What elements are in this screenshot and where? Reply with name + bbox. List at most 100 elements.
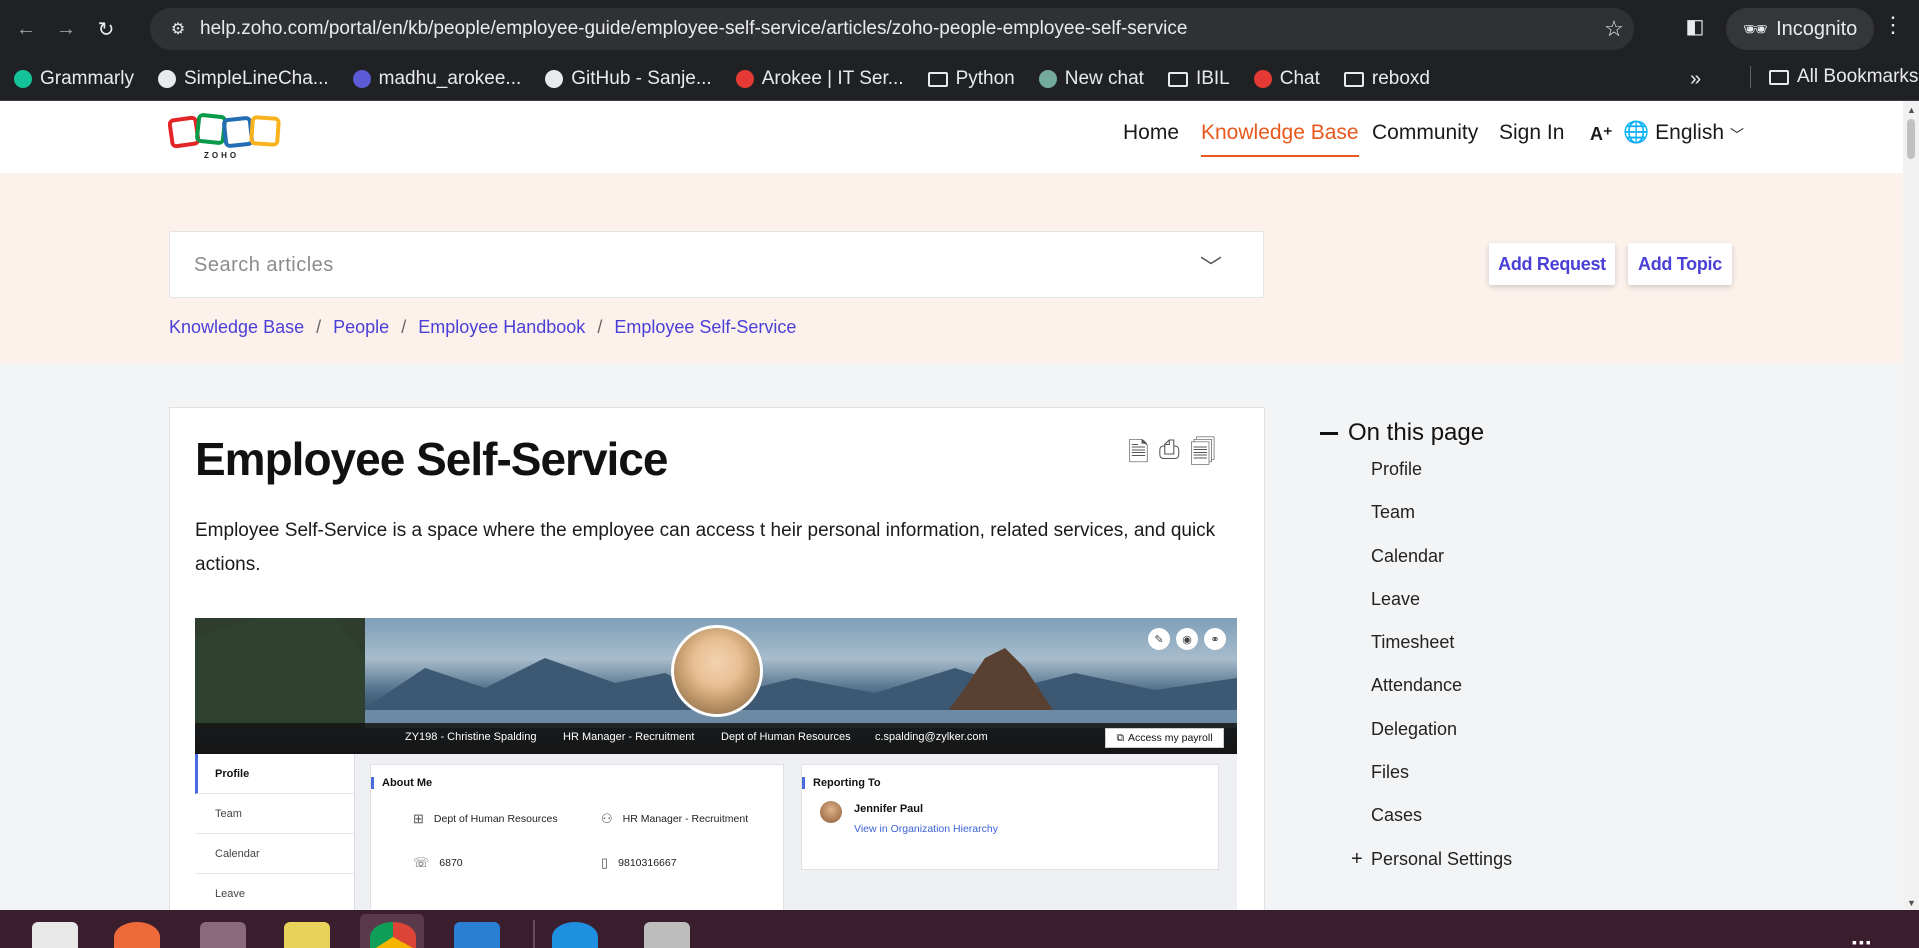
browser-menu-icon[interactable]: ⋮ bbox=[1882, 12, 1904, 38]
view-icon[interactable]: ◉ bbox=[1176, 628, 1198, 650]
scrollbar-thumb[interactable] bbox=[1907, 119, 1915, 159]
address-bar[interactable]: ⚙ help.zoho.com/portal/en/kb/people/empl… bbox=[150, 8, 1634, 50]
reload-icon[interactable]: ↻ bbox=[86, 9, 126, 49]
folder-icon bbox=[927, 71, 948, 87]
pdf-icon[interactable]: 🗎 bbox=[1128, 434, 1149, 478]
toc-item-expandable[interactable]: + Personal Settings bbox=[1351, 847, 1512, 890]
url-text[interactable]: help.zoho.com/portal/en/kb/people/employ… bbox=[200, 18, 1594, 40]
org-hierarchy-link: View in Organization Hierarchy bbox=[854, 823, 998, 835]
page-scrollbar[interactable]: ▲ ▼ bbox=[1903, 101, 1919, 910]
search-input[interactable] bbox=[194, 250, 1154, 280]
folder-icon bbox=[1769, 69, 1789, 85]
employee-department: Dept of Human Resources bbox=[721, 731, 851, 743]
nav-knowledge-base[interactable]: Knowledge Base bbox=[1201, 121, 1359, 157]
bookmark-star-icon[interactable]: ☆ bbox=[1594, 16, 1634, 42]
toc-item[interactable]: Team bbox=[1371, 500, 1512, 543]
bookmark-item[interactable]: SimpleLineCha... bbox=[157, 68, 329, 90]
docker-taskbar-icon[interactable] bbox=[552, 922, 598, 948]
bookmark-label: IBIL bbox=[1195, 68, 1230, 89]
back-arrow-icon[interactable]: ← bbox=[6, 9, 46, 49]
toc-item[interactable]: Calendar bbox=[1371, 544, 1512, 587]
access-payroll-button[interactable]: ⧉ Access my payroll bbox=[1105, 728, 1224, 748]
nav-home-link[interactable]: Home bbox=[1123, 121, 1179, 155]
nav-community-link[interactable]: Community bbox=[1372, 121, 1478, 155]
incognito-indicator[interactable]: 🕶 Incognito bbox=[1726, 8, 1874, 50]
side-panel-icon[interactable]: ◧ bbox=[1680, 14, 1710, 44]
add-request-button[interactable]: Add Request bbox=[1489, 243, 1615, 285]
os-taskbar: ▪▪▪ bbox=[0, 910, 1919, 948]
scroll-up-icon[interactable]: ▲ bbox=[1907, 105, 1916, 115]
bookmark-item[interactable]: Grammarly bbox=[14, 68, 134, 90]
bookmark-item[interactable]: madhu_arokee... bbox=[352, 68, 521, 90]
collapse-icon[interactable] bbox=[1320, 431, 1338, 435]
language-selector[interactable]: 🌐 English ﹀ bbox=[1623, 121, 1744, 145]
about-me-card: About Me ⊞ Dept of Human Resources ⚇ HR Ma… bbox=[370, 764, 784, 910]
nav-home[interactable]: Home bbox=[1123, 121, 1179, 155]
bookmark-item[interactable]: New chat bbox=[1038, 68, 1144, 90]
toc-item[interactable]: Files bbox=[1371, 760, 1512, 803]
files-taskbar-icon[interactable] bbox=[200, 922, 246, 948]
reporting-to-title: Reporting To bbox=[802, 777, 881, 789]
toc-header[interactable]: On this page bbox=[1320, 419, 1512, 447]
screenshot-sidebar-item: Profile bbox=[195, 754, 354, 794]
notes-taskbar-icon[interactable] bbox=[284, 922, 330, 948]
screenshot-sidebar-item: Calendar bbox=[195, 834, 354, 874]
site-info-icon[interactable]: ⚙ bbox=[158, 19, 198, 39]
scroll-down-icon[interactable]: ▼ bbox=[1907, 898, 1916, 908]
language-label: English bbox=[1655, 121, 1725, 144]
nav-knowledge-base-link[interactable]: Knowledge Base bbox=[1201, 121, 1359, 157]
bookmark-item[interactable]: reboxd bbox=[1343, 68, 1430, 90]
bookmark-item[interactable]: GitHub - Sanje... bbox=[545, 68, 712, 90]
nav-community[interactable]: Community bbox=[1372, 121, 1478, 155]
bookmark-label: Arokee | IT Ser... bbox=[761, 68, 904, 89]
bookmark-label: SimpleLineCha... bbox=[183, 68, 329, 89]
toc-item[interactable]: Profile bbox=[1371, 457, 1512, 500]
nav-sign-in[interactable]: Sign In bbox=[1499, 121, 1564, 155]
expand-plus-icon[interactable]: + bbox=[1351, 847, 1363, 871]
breadcrumb-item[interactable]: Knowledge Base bbox=[169, 317, 304, 338]
share-icon[interactable]: ⚭ bbox=[1204, 628, 1226, 650]
print-icon[interactable]: ⎙ bbox=[1159, 434, 1180, 478]
edit-icon[interactable]: ✎ bbox=[1148, 628, 1170, 650]
toc-item[interactable]: Leave bbox=[1371, 587, 1512, 630]
bookmarks-overflow-button[interactable]: » bbox=[1690, 68, 1701, 91]
about-dept: ⊞ Dept of Human Resources bbox=[413, 811, 558, 827]
search-filter-chevron-icon[interactable]: ﹀ bbox=[1200, 250, 1222, 282]
nav-sign-in-link[interactable]: Sign In bbox=[1499, 121, 1564, 155]
breadcrumb-item[interactable]: People bbox=[333, 317, 389, 338]
text-editor-taskbar-icon[interactable] bbox=[32, 922, 78, 948]
toc-item[interactable]: Timesheet bbox=[1371, 630, 1512, 673]
breadcrumb-separator: / bbox=[597, 317, 603, 337]
breadcrumb-item[interactable]: Employee Handbook bbox=[418, 317, 585, 338]
all-bookmarks-button[interactable]: All Bookmarks bbox=[1750, 66, 1918, 88]
chrome-taskbar-icon[interactable] bbox=[370, 922, 416, 948]
about-extension-text: 6870 bbox=[439, 857, 463, 869]
favicon-icon bbox=[545, 70, 564, 88]
postman-taskbar-icon[interactable] bbox=[114, 922, 160, 948]
drive-taskbar-icon[interactable] bbox=[644, 922, 690, 948]
folder-icon bbox=[1167, 71, 1188, 87]
bookmark-label: Python bbox=[955, 68, 1015, 89]
taskbar-separator bbox=[533, 920, 535, 948]
vscode-taskbar-icon[interactable] bbox=[454, 922, 500, 948]
add-topic-button[interactable]: Add Topic bbox=[1628, 243, 1732, 285]
browser-toolbar: ← → ↻ ⚙ help.zoho.com/portal/en/kb/peopl… bbox=[0, 0, 1919, 58]
incognito-icon: 🕶 bbox=[1742, 18, 1769, 41]
font-size-icon[interactable]: A⁺ bbox=[1590, 124, 1613, 145]
search-box[interactable]: ﹀ bbox=[169, 231, 1264, 298]
toc-item[interactable]: Cases bbox=[1371, 803, 1512, 846]
favicon-icon bbox=[735, 70, 754, 88]
bookmark-item[interactable]: IBIL bbox=[1167, 68, 1230, 90]
toc-item[interactable]: Delegation bbox=[1371, 717, 1512, 760]
profile-banner: ✎ ◉ ⚭ ZY198 - Christine Spalding HR Mana… bbox=[195, 618, 1237, 754]
article-card: Employee Self-Service 🗎 ⎙ 🗐 Employee Sel… bbox=[169, 407, 1265, 910]
app-grid-icon[interactable]: ▪▪▪ bbox=[1852, 934, 1873, 948]
forward-arrow-icon[interactable]: → bbox=[46, 9, 86, 49]
on-this-page-toc: On this page Profile Team Calendar Leave Tim… bbox=[1320, 419, 1512, 890]
document-icon[interactable]: 🗐 bbox=[1190, 434, 1216, 478]
bookmark-item[interactable]: Python bbox=[927, 68, 1015, 90]
bookmark-item[interactable]: Chat bbox=[1253, 68, 1320, 90]
bookmark-item[interactable]: Arokee | IT Ser... bbox=[735, 68, 904, 90]
breadcrumb-item[interactable]: Employee Self-Service bbox=[614, 317, 796, 338]
toc-item[interactable]: Attendance bbox=[1371, 673, 1512, 716]
